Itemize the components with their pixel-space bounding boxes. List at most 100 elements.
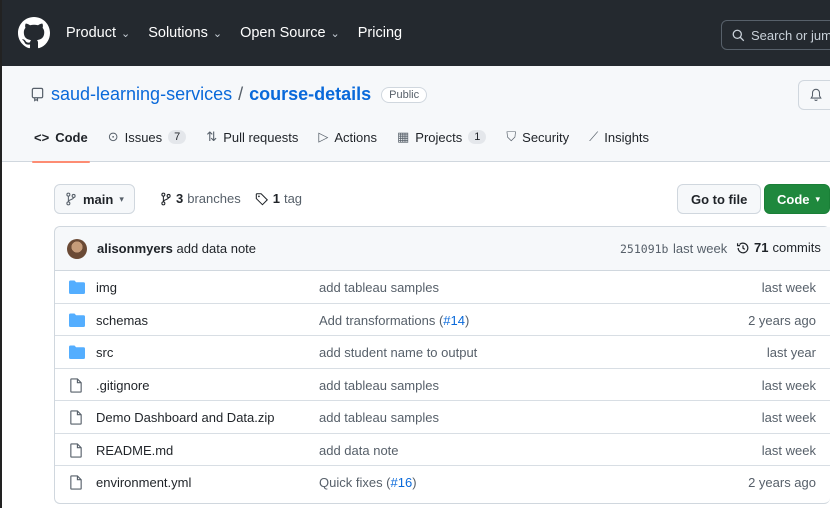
tags-link[interactable]: 1 tag bbox=[255, 191, 302, 206]
nav-item-pricing[interactable]: Pricing bbox=[358, 25, 402, 41]
folder-icon bbox=[69, 313, 85, 330]
tag-icon bbox=[255, 192, 268, 205]
file-icon bbox=[69, 410, 83, 428]
tab-code[interactable]: <> Code bbox=[24, 124, 98, 163]
commit-message-text: add tableau samples bbox=[319, 410, 439, 425]
nav-item-label: Open Source bbox=[240, 25, 326, 41]
tab-issues[interactable]: ⊙ Issues 7 bbox=[98, 124, 197, 162]
file-name-link[interactable]: src bbox=[96, 345, 113, 360]
nav-item-open-source[interactable]: Open Source ⌄ bbox=[240, 25, 340, 41]
chevron-down-icon: ⌄ bbox=[120, 27, 131, 40]
table-icon: ▦ bbox=[397, 129, 410, 144]
file-name-link[interactable]: README.md bbox=[96, 443, 173, 458]
chevron-down-icon: ⌄ bbox=[212, 27, 223, 40]
commit-message-end: ) bbox=[464, 312, 470, 328]
file-commit-message[interactable]: Quick fixes (#16) bbox=[319, 475, 417, 490]
commits-label: commits bbox=[772, 240, 821, 255]
file-icon bbox=[69, 377, 83, 396]
commit-message-text: add data note bbox=[319, 442, 399, 458]
file-name-link[interactable]: img bbox=[96, 280, 117, 295]
folder-icon bbox=[69, 345, 85, 362]
tab-security[interactable]: ⛉ Security bbox=[496, 124, 579, 162]
github-logo-icon[interactable] bbox=[18, 17, 50, 49]
file-age: last week bbox=[761, 377, 816, 393]
tab-label: Actions bbox=[334, 129, 377, 145]
file-name-link[interactable]: schemas bbox=[96, 313, 148, 328]
table-row: Demo Dashboard and Data.zip add tableau s… bbox=[55, 401, 830, 434]
tab-pull-requests[interactable]: ⇅ Pull requests bbox=[196, 124, 308, 162]
shield-icon: ⛉ bbox=[506, 129, 517, 144]
tab-counter: 1 bbox=[468, 130, 487, 144]
file-age: last week bbox=[761, 280, 816, 295]
graph-icon: ⟋ bbox=[589, 129, 599, 144]
avatar[interactable] bbox=[67, 239, 87, 259]
search-placeholder: Search or jump bbox=[751, 27, 830, 43]
commit-time: last week bbox=[673, 241, 728, 256]
pull-request-link[interactable]: #14 bbox=[443, 313, 465, 328]
file-name-link[interactable]: environment.yml bbox=[96, 475, 191, 490]
file-commit-message[interactable]: add tableau samples bbox=[319, 410, 439, 425]
file-commit-message[interactable]: add student name to output bbox=[319, 345, 477, 360]
tab-label: Projects bbox=[415, 129, 463, 145]
file-name-link[interactable]: .gitignore bbox=[96, 378, 149, 393]
branches-link[interactable]: 3 branches bbox=[160, 191, 241, 206]
table-row: environment.yml Quick fixes (#16) 2 years … bbox=[55, 466, 830, 499]
file-list: alisonmyers add data note 251091b last w… bbox=[54, 226, 830, 504]
table-row: img add tableau samples last week bbox=[55, 271, 830, 304]
commits-link[interactable]: 71 commits bbox=[736, 240, 821, 255]
bell-icon bbox=[810, 88, 822, 101]
file-name-link[interactable]: Demo Dashboard and Data.zip bbox=[96, 410, 275, 425]
tab-label: Insights bbox=[604, 129, 650, 145]
commit-sha[interactable]: 251091b bbox=[620, 242, 668, 256]
search-input[interactable]: Search or jump bbox=[721, 20, 830, 50]
visibility-badge: Public bbox=[381, 86, 428, 103]
repo-owner-link[interactable]: saud-learning-services bbox=[51, 84, 232, 105]
tab-label: Code bbox=[55, 129, 88, 145]
nav-item-solutions[interactable]: Solutions ⌄ bbox=[148, 25, 222, 41]
chevron-down-icon: ⌄ bbox=[330, 27, 340, 40]
nav-item-label: Pricing bbox=[357, 25, 403, 41]
tab-counter: 7 bbox=[168, 130, 187, 144]
global-header: Product ⌄ Solutions ⌄ Open Source ⌄ Pricing Se… bbox=[0, 0, 830, 66]
pull-request-link[interactable]: #16 bbox=[391, 475, 413, 490]
branches-count: 3 bbox=[176, 191, 184, 206]
file-rows: img add tableau samples last week schemas Ad… bbox=[55, 271, 830, 499]
pull-request-icon: ⇅ bbox=[206, 129, 218, 144]
branch-bar: main ▾ 3 branches 1 tag Go to file Code … bbox=[54, 184, 830, 214]
file-commit-message[interactable]: add tableau samples bbox=[319, 280, 439, 295]
file-commit-message[interactable]: Add transformations (#14) bbox=[319, 313, 469, 328]
repo-tabs: <> Code ⊙ Issues 7 ⇅ Pull requests ▷ Actions ▦ Pro… bbox=[24, 124, 659, 163]
commit-message-text: add student name to output bbox=[319, 345, 478, 360]
file-commit-message[interactable]: add tableau samples bbox=[319, 378, 439, 393]
file-commit-message[interactable]: add data note bbox=[319, 443, 399, 458]
nav-item-product[interactable]: Product ⌄ bbox=[66, 25, 130, 41]
tags-label: tag bbox=[283, 191, 303, 206]
chevron-down-icon: ▾ bbox=[815, 193, 821, 204]
code-dropdown-button[interactable]: Code ▾ bbox=[764, 184, 830, 214]
code-icon: <> bbox=[34, 129, 50, 145]
go-to-file-button[interactable]: Go to file bbox=[677, 184, 762, 214]
nav-item-label: Product bbox=[66, 25, 116, 41]
branch-selector-button[interactable]: main ▾ bbox=[54, 184, 135, 214]
nav-item-label: Solutions bbox=[148, 25, 208, 41]
commit-message[interactable]: add data note bbox=[177, 241, 257, 256]
latest-commit-row: alisonmyers add data note 251091b last w… bbox=[55, 227, 830, 271]
repo-name-link[interactable]: course-details bbox=[249, 84, 371, 105]
commit-message-text: add tableau samples bbox=[319, 377, 439, 393]
commit-author[interactable]: alisonmyers bbox=[97, 241, 173, 256]
commit-count: 71 bbox=[754, 240, 769, 255]
repo-header: saud-learning-services / course-details … bbox=[0, 66, 830, 163]
repo-icon bbox=[31, 87, 44, 102]
notifications-button[interactable] bbox=[798, 80, 830, 110]
commit-message-text: Add transformations ( bbox=[319, 312, 444, 328]
tab-projects[interactable]: ▦ Projects 1 bbox=[387, 124, 496, 162]
tab-actions[interactable]: ▷ Actions bbox=[308, 124, 387, 162]
file-age: last week bbox=[761, 410, 816, 425]
repo-title: saud-learning-services / course-details … bbox=[30, 84, 428, 105]
tab-insights[interactable]: ⟋ Insights bbox=[579, 124, 659, 162]
commit-summary: alisonmyers add data note bbox=[97, 241, 256, 256]
file-icon bbox=[69, 442, 83, 461]
play-icon: ▷ bbox=[318, 129, 329, 144]
tab-label: Pull requests bbox=[223, 129, 299, 145]
file-icon bbox=[69, 475, 83, 493]
